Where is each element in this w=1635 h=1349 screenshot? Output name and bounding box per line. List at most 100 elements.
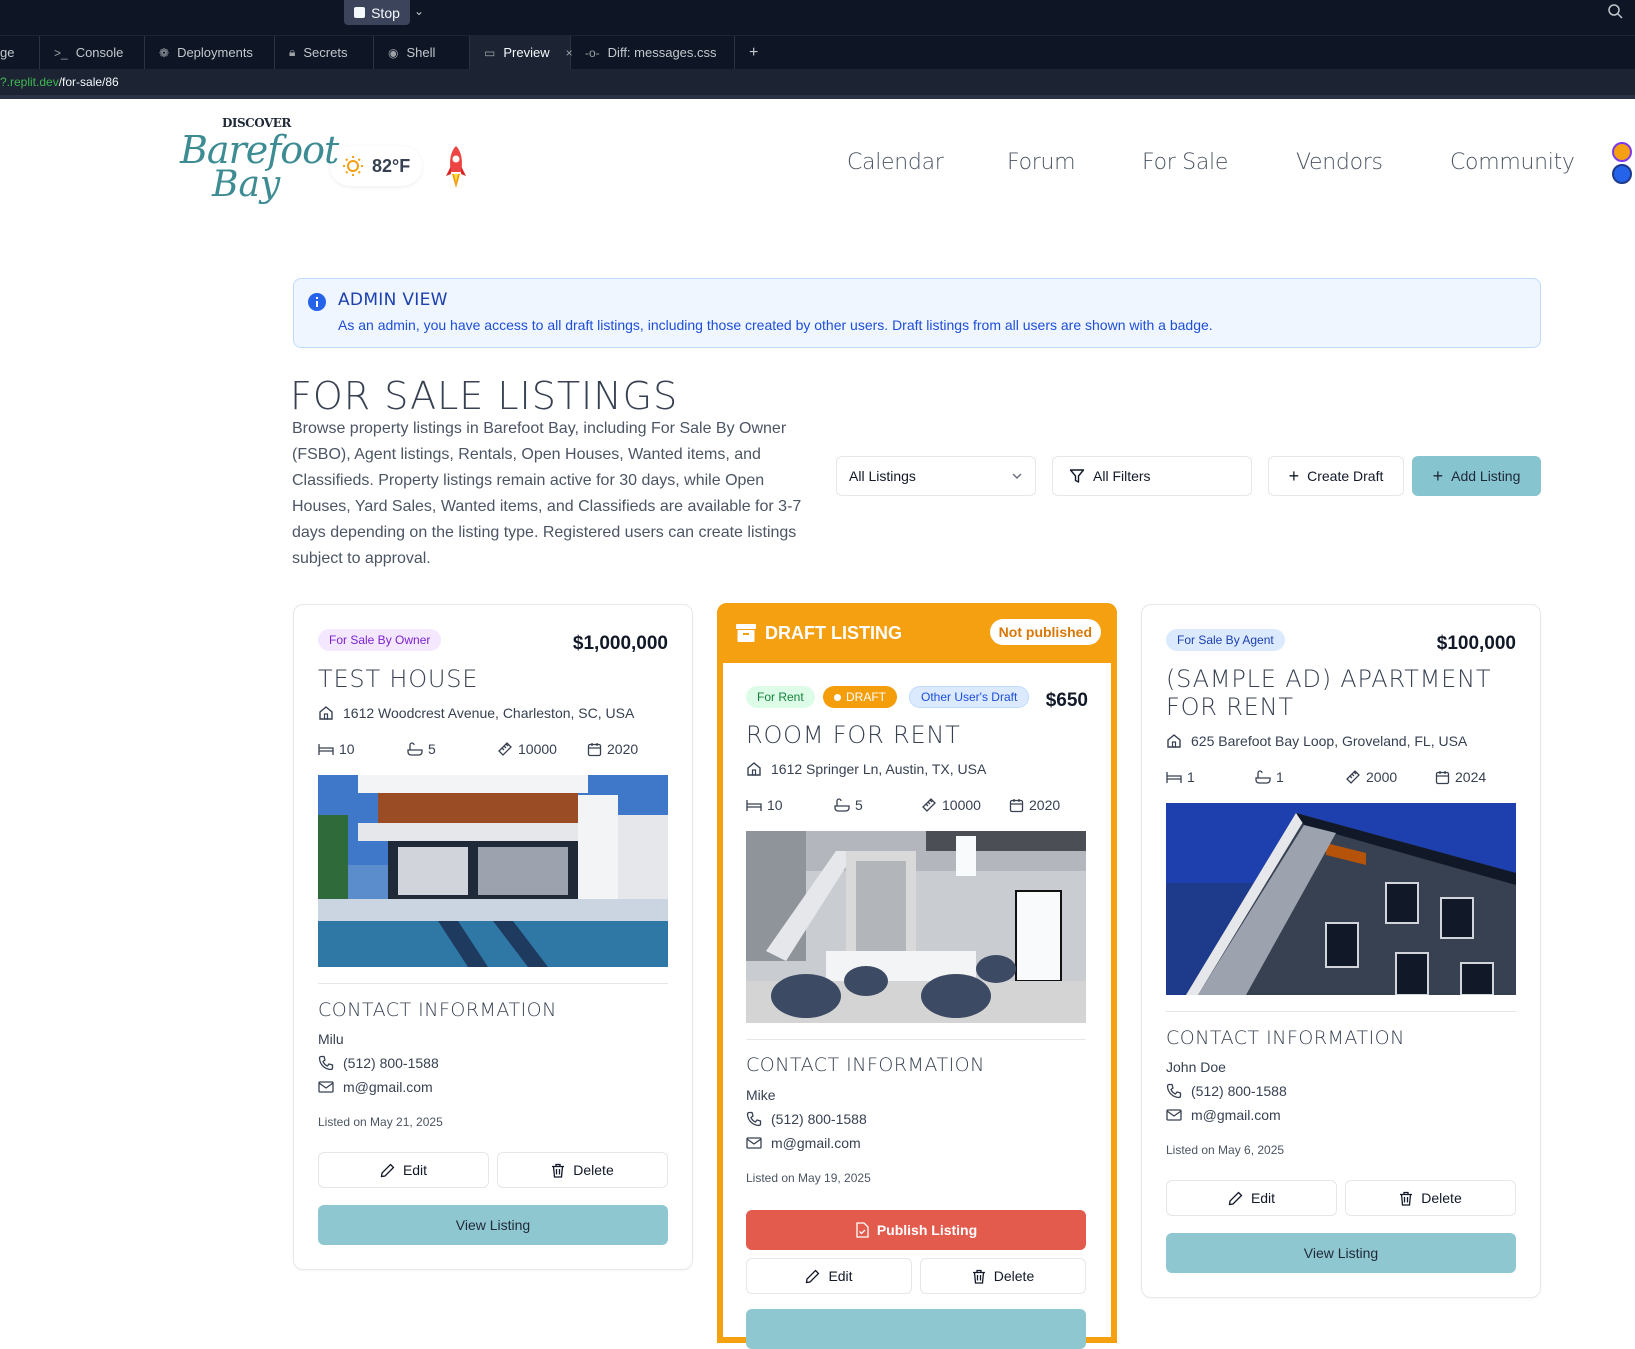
deployments-icon: ❁ [159, 45, 170, 60]
create-draft-button[interactable]: + Create Draft [1268, 456, 1404, 496]
tab-label: Console [75, 45, 124, 60]
publish-listing-button[interactable]: Publish Listing [746, 1210, 1086, 1250]
delete-label: Delete [1421, 1190, 1462, 1206]
chevron-down-icon[interactable]: ⌄ [414, 4, 424, 18]
sun-icon [343, 156, 363, 176]
all-filters-button[interactable]: All Filters [1052, 456, 1252, 496]
bath-icon [834, 798, 850, 812]
view-listing-label: View Listing [1303, 1245, 1379, 1261]
search-icon[interactable] [1607, 3, 1623, 19]
year-value: 2020 [607, 741, 639, 757]
sqft-value: 10000 [942, 797, 981, 813]
delete-button[interactable]: Delete [1345, 1180, 1516, 1216]
calendar-icon [1435, 770, 1450, 784]
mail-icon [1166, 1109, 1182, 1121]
notification-dot[interactable] [1612, 164, 1632, 184]
listing-photo[interactable] [318, 775, 668, 967]
chevron-down-icon [1012, 473, 1022, 480]
page-title: FOR SALE LISTINGS [290, 374, 679, 418]
divider [746, 1039, 1086, 1040]
delete-button[interactable]: Delete [920, 1258, 1086, 1294]
listing-title-line2: FOR RENT [1166, 693, 1294, 721]
other-user-draft-badge: Other User's Draft [909, 686, 1030, 708]
contact-title: CONTACT INFORMATION [318, 999, 557, 1021]
bed-icon [746, 800, 762, 811]
tab-diff[interactable]: -o- Diff: messages.css [571, 36, 735, 69]
lock-icon: 🔒︎ [289, 45, 296, 59]
year-value: 2024 [1455, 769, 1487, 785]
admin-title: ADMIN VIEW [338, 290, 448, 310]
delete-button[interactable]: Delete [497, 1152, 668, 1188]
view-listing-button[interactable]: View Listing [318, 1205, 668, 1245]
address-text: 625 Barefoot Bay Loop, Groveland, FL, US… [1191, 733, 1468, 749]
url-bar[interactable]: ?.replit.dev/for-sale/86 [0, 69, 1635, 99]
listing-price: $1,000,000 [572, 633, 668, 654]
baths-value: 1 [1276, 769, 1284, 785]
calendar-icon [587, 742, 602, 756]
url-path: /for-sale/86 [58, 75, 119, 89]
view-listing-button-partial[interactable] [746, 1309, 1086, 1349]
tab-deployments[interactable]: ❁ Deployments [145, 36, 275, 69]
phone-text: (512) 800-1588 [343, 1055, 439, 1071]
tab-shell[interactable]: ◉ Shell [374, 36, 470, 69]
edit-button[interactable]: Edit [1166, 1180, 1337, 1216]
tab-preview[interactable]: ▭ Preview × [470, 36, 573, 69]
listing-photo[interactable] [1166, 803, 1516, 995]
nav-forum[interactable]: Forum [1007, 150, 1076, 175]
plus-icon: + [1288, 465, 1300, 486]
tab-label: Shell [406, 45, 436, 60]
add-listing-button[interactable]: + Add Listing [1412, 456, 1541, 496]
stop-button[interactable]: Stop [344, 0, 410, 25]
tab-secrets[interactable]: 🔒︎ Secrets [275, 36, 374, 69]
site-logo[interactable]: DISCOVER Barefoot Bay [180, 116, 339, 211]
view-listing-label: View Listing [455, 1217, 531, 1233]
trash-icon [552, 1163, 565, 1178]
dot-icon [834, 693, 841, 701]
calendar-icon [1009, 798, 1024, 812]
tab-console[interactable]: >_ Console [40, 36, 145, 69]
tab-partial[interactable]: ge [0, 36, 40, 69]
rocket-icon[interactable] [443, 144, 469, 190]
listing-photo[interactable] [746, 831, 1086, 1023]
contact-phone[interactable]: (512) 800-1588 [746, 1111, 867, 1127]
archive-icon [736, 624, 756, 642]
contact-email[interactable]: m@gmail.com [1166, 1107, 1281, 1123]
beds-value: 10 [339, 741, 355, 757]
phone-icon [318, 1055, 334, 1071]
beds-value: 10 [767, 797, 783, 813]
weather-widget: 82°F [330, 146, 422, 186]
listing-type-select[interactable]: All Listings [836, 456, 1036, 496]
nav-for-sale[interactable]: For Sale [1142, 150, 1228, 175]
listing-type-badge: For Rent [746, 686, 815, 708]
edit-button[interactable]: Edit [318, 1152, 489, 1188]
admin-banner: ADMIN VIEW As an admin, you have access … [293, 278, 1541, 348]
terminal-icon: >_ [54, 45, 68, 60]
mail-icon [318, 1081, 334, 1093]
listing-address: 1612 Woodcrest Avenue, Charleston, SC, U… [318, 705, 634, 721]
trash-icon [972, 1269, 985, 1284]
nav-community[interactable]: Community [1450, 150, 1575, 175]
listing-card: For Sale By Owner $1,000,000 TEST HOUSE … [293, 604, 693, 1270]
add-listing-label: Add Listing [1451, 468, 1521, 484]
pencil-icon [1228, 1191, 1243, 1205]
monitor-icon: ▭ [484, 45, 496, 60]
info-icon [308, 293, 326, 311]
year-stat: 2024 [1435, 769, 1486, 785]
avatar[interactable] [1612, 142, 1632, 162]
email-text: m@gmail.com [771, 1135, 861, 1151]
contact-email[interactable]: m@gmail.com [746, 1135, 861, 1151]
contact-phone[interactable]: (512) 800-1588 [1166, 1083, 1287, 1099]
beds-stat: 10 [746, 797, 783, 813]
contact-phone[interactable]: (512) 800-1588 [318, 1055, 439, 1071]
contact-name: Mike [746, 1087, 776, 1103]
edit-button[interactable]: Edit [746, 1258, 912, 1294]
phone-icon [1166, 1083, 1182, 1099]
contact-email[interactable]: m@gmail.com [318, 1079, 433, 1095]
new-tab-button[interactable]: + [735, 36, 772, 69]
nav-calendar[interactable]: Calendar [847, 150, 944, 175]
contact-name: John Doe [1166, 1059, 1226, 1075]
contact-title: CONTACT INFORMATION [1166, 1027, 1405, 1049]
view-listing-button[interactable]: View Listing [1166, 1233, 1516, 1273]
select-value: All Listings [849, 468, 916, 484]
nav-vendors[interactable]: Vendors [1296, 150, 1383, 175]
